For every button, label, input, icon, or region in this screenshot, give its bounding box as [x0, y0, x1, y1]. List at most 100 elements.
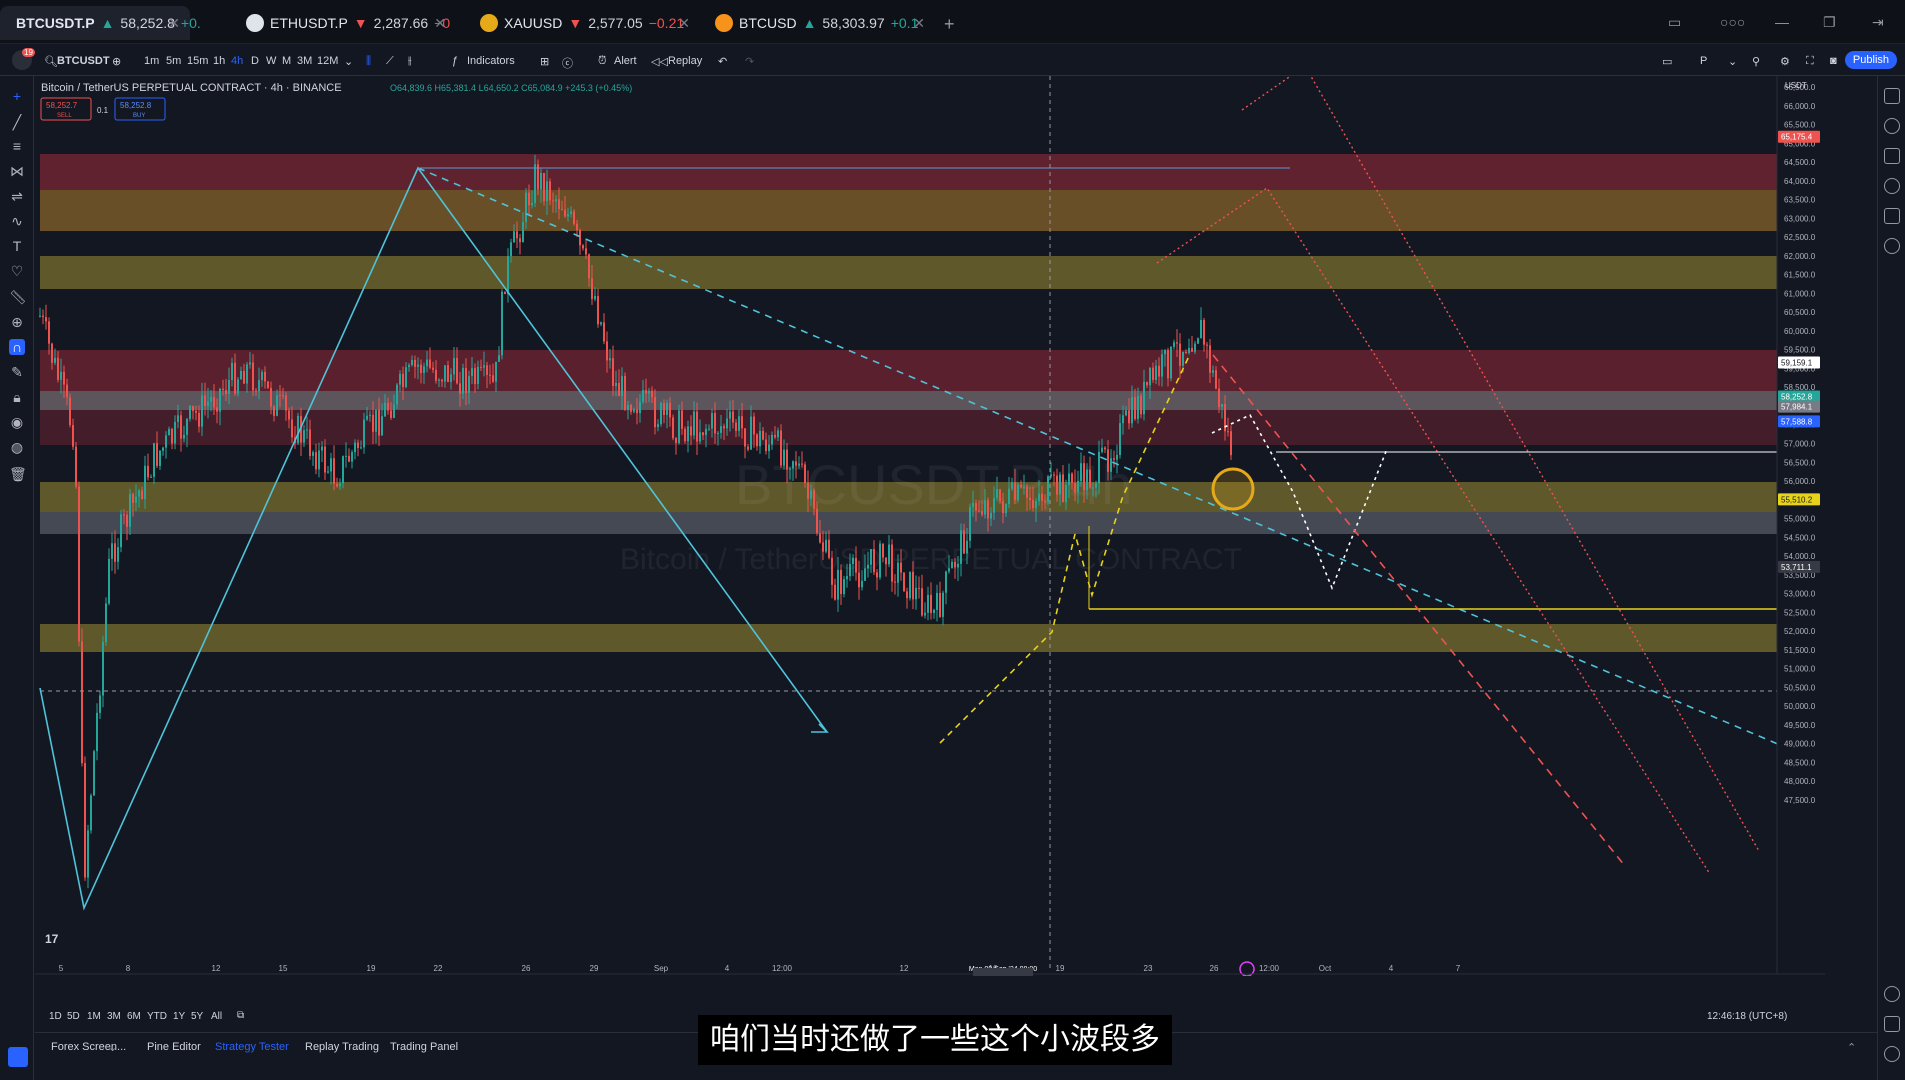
tradingview-home-icon[interactable] — [8, 1047, 28, 1067]
trend-line-icon[interactable]: ╱ — [9, 114, 25, 130]
text-icon[interactable]: T — [9, 238, 25, 254]
highlight-circle[interactable] — [1211, 467, 1255, 511]
resistance-zone-light[interactable] — [40, 391, 1825, 410]
interval-w[interactable]: W — [266, 55, 276, 67]
brush-icon[interactable]: ∿ — [9, 213, 25, 229]
interval-12m[interactable]: 12M — [317, 55, 338, 67]
range-ytd[interactable]: YTD — [147, 1011, 167, 1022]
heart-icon[interactable]: ♡ — [9, 263, 25, 279]
tab-trading-panel[interactable]: Trading Panel — [390, 1041, 458, 1053]
supply-zone-yellow[interactable] — [40, 256, 1825, 289]
fib-icon[interactable]: ≡ — [9, 138, 25, 154]
help-icon[interactable] — [1884, 986, 1900, 1002]
chart-title[interactable]: Bitcoin / TetherUS PERPETUAL CONTRACT · … — [41, 82, 342, 94]
tab-pine-editor[interactable]: Pine Editor — [147, 1041, 201, 1053]
range-all[interactable]: All — [211, 1011, 222, 1022]
tab-xauusd[interactable]: XAUUSD ▼ 2,577.05 −0.21 ✕ — [470, 6, 700, 40]
fullscreen-icon[interactable]: ⛶ — [1806, 55, 1814, 68]
price-chart[interactable]: BTCUSDT.P, 4h Bitcoin / TetherUSD PERPET… — [35, 76, 1825, 976]
exit-icon[interactable]: ⇥ — [1872, 14, 1884, 31]
account-menu[interactable]: P — [1700, 55, 1707, 67]
replay-icon[interactable]: ◁◁ — [651, 55, 668, 68]
interval-m[interactable]: M — [282, 55, 291, 67]
interval-d[interactable]: D — [251, 55, 259, 67]
object-tree-icon[interactable]: ⓒ — [562, 55, 573, 71]
tab-btcusdt-p[interactable]: BTCUSDT.P ▲ 58,252.8 +0. ✕ — [0, 6, 201, 40]
range-1m[interactable]: 1M — [87, 1011, 101, 1022]
resistance-zone-mid[interactable] — [40, 350, 1825, 391]
tab-btcusd[interactable]: BTCUSD ▲ 58,303.97 +0.1 ✕ — [705, 6, 935, 40]
alerts-icon[interactable] — [1884, 118, 1900, 134]
eye-icon[interactable]: ◉ — [9, 414, 25, 430]
layout-icon[interactable]: ▭ — [1668, 14, 1681, 31]
tab-strategy-tester[interactable]: Strategy Tester — [215, 1041, 289, 1053]
replay-button[interactable]: Replay — [668, 55, 702, 67]
indicators-icon[interactable]: ƒ — [452, 55, 458, 67]
resistance-zone-low[interactable] — [40, 410, 1825, 445]
chevron-down-icon[interactable]: ⌄ — [1728, 55, 1737, 68]
currency-label[interactable]: USDT — [1785, 81, 1807, 90]
maximize-icon[interactable]: ❐ — [1823, 14, 1836, 31]
redo-icon[interactable]: ↷ — [745, 55, 754, 68]
interval-5m[interactable]: 5m — [166, 55, 181, 67]
layers-icon[interactable] — [1884, 148, 1900, 164]
crosshair-icon[interactable]: + — [9, 88, 25, 104]
new-tab-icon[interactable]: + — [944, 14, 955, 35]
alert-icon[interactable]: ⏰︎ — [598, 55, 607, 68]
info-icon[interactable] — [1884, 1046, 1900, 1062]
price-axis[interactable]: 66,500.066,000.065,500.065,000.064,500.0… — [1776, 76, 1825, 974]
pattern-icon[interactable]: ⋈ — [9, 163, 25, 179]
line-chart-icon[interactable]: ⟋ — [386, 55, 394, 68]
alert-button[interactable]: Alert — [614, 55, 637, 67]
settings-icon[interactable]: ⚙ — [1780, 55, 1790, 68]
tab-replay-trading[interactable]: Replay Trading — [305, 1041, 379, 1053]
close-tab-icon[interactable]: ✕ — [434, 15, 446, 32]
resistance-zone-top[interactable] — [40, 154, 1825, 190]
range-1d[interactable]: 1D — [49, 1011, 62, 1022]
more-icon[interactable]: ○○○ — [1720, 14, 1745, 30]
indicators-button[interactable]: Indicators — [467, 55, 515, 67]
interval-15m[interactable]: 15m — [187, 55, 208, 67]
globe-icon[interactable]: ◍ — [9, 439, 25, 455]
calendar-icon[interactable] — [1884, 1016, 1900, 1032]
zoom-icon[interactable]: ⊕ — [9, 314, 25, 330]
camera-icon[interactable]: ◙ — [1830, 55, 1837, 67]
stream-icon[interactable] — [1884, 238, 1900, 254]
interval-4h[interactable]: 4h — [231, 55, 243, 67]
stay-drawing-icon[interactable]: ✎ — [9, 364, 25, 380]
interval-1h[interactable]: 1h — [213, 55, 225, 67]
candles-icon[interactable]: ⫼ — [366, 55, 371, 68]
compare-icon[interactable]: ⊕ — [112, 55, 121, 68]
range-1y[interactable]: 1Y — [173, 1011, 185, 1022]
supply-zone-orange[interactable] — [40, 190, 1825, 231]
minimize-icon[interactable]: — — [1775, 14, 1789, 30]
trash-icon[interactable]: 🗑︎ — [9, 466, 27, 482]
range-3m[interactable]: 3M — [107, 1011, 121, 1022]
publish-button[interactable]: Publish — [1844, 51, 1897, 69]
interval-3m[interactable]: 3M — [297, 55, 312, 67]
close-tab-icon[interactable]: ✕ — [678, 15, 690, 32]
clock-timezone[interactable]: 12:46:18 (UTC+8) — [1707, 1011, 1787, 1022]
ruler-icon[interactable]: 📏︎ — [9, 289, 27, 305]
date-range-icon[interactable]: ⧉ — [237, 1010, 244, 1021]
lock-icon[interactable]: 🔒︎ — [9, 389, 25, 405]
bars-icon[interactable]: ⫲ — [408, 55, 412, 68]
chevron-down-icon[interactable]: ⌄ — [108, 1041, 117, 1054]
templates-icon[interactable]: ⊞ — [540, 55, 549, 68]
watchlist-icon[interactable] — [1884, 88, 1900, 104]
close-tab-icon[interactable]: ✕ — [913, 15, 925, 32]
search-icon[interactable]: 🔍︎ — [44, 55, 58, 68]
interval-dropdown-icon[interactable]: ⌄ — [344, 55, 353, 68]
close-tab-icon[interactable]: ✕ — [168, 15, 180, 32]
range-5d[interactable]: 5D — [67, 1011, 80, 1022]
demand-zone-yellow[interactable] — [40, 624, 1825, 652]
magnet-icon[interactable]: ∩ — [9, 339, 25, 355]
tab-ethusdt-p[interactable]: ETHUSDT.P ▼ 2,287.66 −0 ✕ — [236, 6, 456, 40]
layout-icon[interactable]: ▭ — [1662, 55, 1672, 68]
chat-icon[interactable] — [1884, 208, 1900, 224]
quick-search-icon[interactable]: ⚲ — [1752, 55, 1760, 68]
undo-icon[interactable]: ↶ — [718, 55, 727, 68]
collapse-panel-icon[interactable]: ⌃ — [1847, 1041, 1856, 1054]
range-6m[interactable]: 6M — [127, 1011, 141, 1022]
prediction-icon[interactable]: ⇌ — [9, 188, 25, 204]
